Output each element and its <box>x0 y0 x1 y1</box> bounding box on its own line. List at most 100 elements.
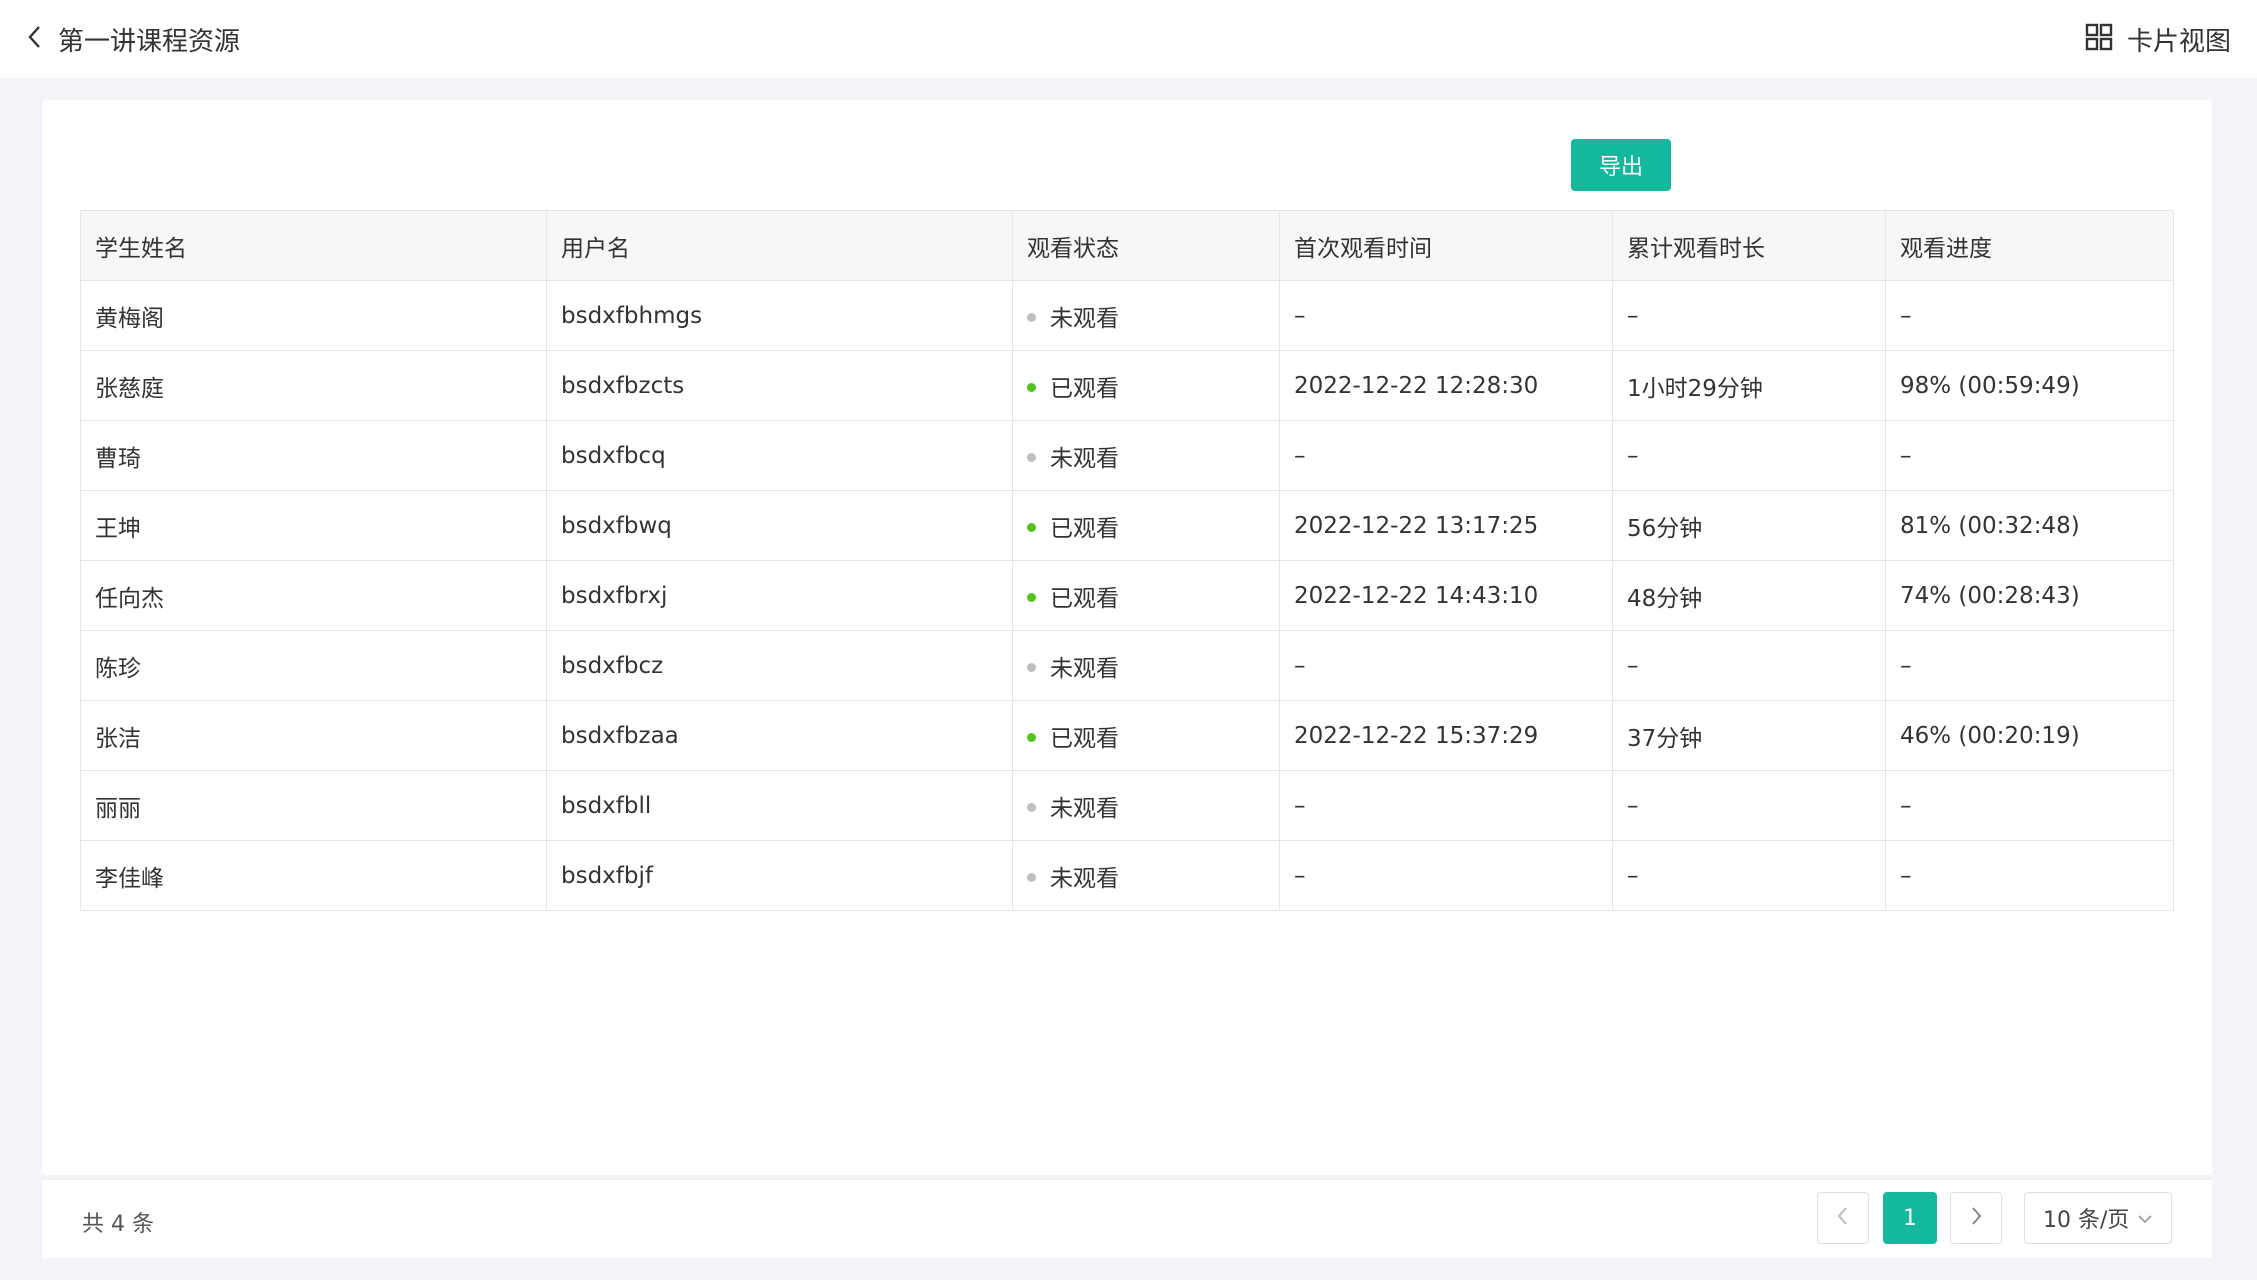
watch-duration-cell: 56分钟 <box>1612 490 1886 561</box>
watch-duration-cell: – <box>1612 770 1886 841</box>
progress-cell: – <box>1885 280 2174 351</box>
username-cell: bsdxfbrxj <box>546 560 1013 631</box>
username-cell: bsdxfbwq <box>546 490 1013 561</box>
page-size-select[interactable]: 10 条/页 <box>2024 1192 2172 1244</box>
back-button[interactable]: 第一讲课程资源 <box>24 21 240 58</box>
status-dot-watched <box>1027 592 1036 602</box>
progress-cell: – <box>1885 770 2174 841</box>
top-bar: 第一讲课程资源 卡片视图 <box>0 0 2257 78</box>
watch-duration-cell: 37分钟 <box>1612 700 1886 771</box>
progress-cell: – <box>1885 630 2174 701</box>
username-cell: bsdxfbcz <box>546 630 1013 701</box>
status-cell: 未观看 <box>1012 280 1280 351</box>
table-row: 张慈庭 bsdxfbzcts 已观看 2022-12-22 12:28:30 1小时29… <box>80 350 2174 421</box>
status-label: 未观看 <box>1050 305 1119 332</box>
student-name-cell: 丽丽 <box>80 770 547 841</box>
next-page-button[interactable] <box>1950 1192 2002 1244</box>
status-label: 未观看 <box>1050 865 1119 892</box>
status-dot-watched <box>1027 732 1036 742</box>
chevron-left-icon <box>24 24 46 54</box>
column-header: 累计观看时长 <box>1612 210 1886 281</box>
first-watch-time-cell: 2022-12-22 12:28:30 <box>1279 350 1613 421</box>
content-card: 导出 学生姓名 用户名 观看状态 首次观看时间 累计观看时长 观看进度 黄梅阁 b… <box>42 100 2212 1175</box>
table-row: 陈珍 bsdxfbcz 未观看 – – – <box>80 630 2174 701</box>
chevron-left-icon <box>1834 1205 1852 1231</box>
table-row: 丽丽 bsdxfbll 未观看 – – – <box>80 770 2174 841</box>
view-toggle-label: 卡片视图 <box>2126 26 2231 57</box>
status-label: 已观看 <box>1050 375 1119 402</box>
table-row: 任向杰 bsdxfbrxj 已观看 2022-12-22 14:43:10 48分钟 74… <box>80 560 2174 631</box>
column-header: 观看进度 <box>1885 210 2174 281</box>
column-header: 观看状态 <box>1012 210 1280 281</box>
student-name-cell: 张洁 <box>80 700 547 771</box>
pagination-bar: 共 4 条 1 10 条/页 <box>42 1178 2212 1258</box>
watch-duration-cell: 48分钟 <box>1612 560 1886 631</box>
status-cell: 未观看 <box>1012 840 1280 911</box>
username-cell: bsdxfbhmgs <box>546 280 1013 351</box>
status-label: 未观看 <box>1050 655 1119 682</box>
card-view-toggle[interactable]: 卡片视图 <box>2085 21 2231 58</box>
export-button[interactable]: 导出 <box>1571 139 1671 191</box>
username-cell: bsdxfbjf <box>546 840 1013 911</box>
table-row: 曹琦 bsdxfbcq 未观看 – – – <box>80 420 2174 491</box>
status-cell: 已观看 <box>1012 490 1280 561</box>
first-watch-time-cell: 2022-12-22 15:37:29 <box>1279 700 1613 771</box>
status-cell: 已观看 <box>1012 700 1280 771</box>
progress-cell: 74% (00:28:43) <box>1885 560 2174 631</box>
status-label: 已观看 <box>1050 585 1119 612</box>
status-label: 已观看 <box>1050 725 1119 752</box>
first-watch-time-cell: – <box>1279 630 1613 701</box>
status-cell: 未观看 <box>1012 770 1280 841</box>
watch-duration-cell: 1小时29分钟 <box>1612 350 1886 421</box>
table-row: 张洁 bsdxfbzaa 已观看 2022-12-22 15:37:29 37分钟 46%… <box>80 700 2174 771</box>
status-label: 未观看 <box>1050 445 1119 472</box>
page-number-current[interactable]: 1 <box>1883 1192 1937 1244</box>
student-name-cell: 张慈庭 <box>80 350 547 421</box>
watch-duration-cell: – <box>1612 280 1886 351</box>
total-count: 共 4 条 <box>82 1212 154 1237</box>
username-cell: bsdxfbzcts <box>546 350 1013 421</box>
page-title: 第一讲课程资源 <box>58 26 241 57</box>
status-label: 未观看 <box>1050 795 1119 822</box>
status-dot-watched <box>1027 522 1036 532</box>
status-dot-unwatched <box>1027 452 1036 462</box>
prev-page-button[interactable] <box>1817 1192 1869 1244</box>
first-watch-time-cell: – <box>1279 420 1613 491</box>
progress-cell: 98% (00:59:49) <box>1885 350 2174 421</box>
status-cell: 已观看 <box>1012 350 1280 421</box>
username-cell: bsdxfbcq <box>546 420 1013 491</box>
table-row: 王坤 bsdxfbwq 已观看 2022-12-22 13:17:25 56分钟 81% … <box>80 490 2174 561</box>
chevron-down-icon <box>2129 1206 2153 1231</box>
status-dot-unwatched <box>1027 802 1036 812</box>
status-dot-unwatched <box>1027 312 1036 322</box>
watch-duration-cell: – <box>1612 420 1886 491</box>
student-name-cell: 曹琦 <box>80 420 547 491</box>
first-watch-time-cell: 2022-12-22 14:43:10 <box>1279 560 1613 631</box>
student-name-cell: 李佳峰 <box>80 840 547 911</box>
first-watch-time-cell: – <box>1279 840 1613 911</box>
watch-duration-cell: – <box>1612 840 1886 911</box>
column-header: 用户名 <box>546 210 1013 281</box>
student-table: 学生姓名 用户名 观看状态 首次观看时间 累计观看时长 观看进度 黄梅阁 bsdx… <box>80 210 2174 911</box>
watch-duration-cell: – <box>1612 630 1886 701</box>
student-name-cell: 陈珍 <box>80 630 547 701</box>
progress-cell: – <box>1885 420 2174 491</box>
table-row: 李佳峰 bsdxfbjf 未观看 – – – <box>80 840 2174 911</box>
student-name-cell: 任向杰 <box>80 560 547 631</box>
student-name-cell: 黄梅阁 <box>80 280 547 351</box>
status-cell: 未观看 <box>1012 420 1280 491</box>
username-cell: bsdxfbzaa <box>546 700 1013 771</box>
status-cell: 未观看 <box>1012 630 1280 701</box>
status-label: 已观看 <box>1050 515 1119 542</box>
status-dot-unwatched <box>1027 872 1036 882</box>
status-cell: 已观看 <box>1012 560 1280 631</box>
table-row: 黄梅阁 bsdxfbhmgs 未观看 – – – <box>80 280 2174 351</box>
column-header: 首次观看时间 <box>1279 210 1613 281</box>
student-name-cell: 王坤 <box>80 490 547 561</box>
grid-icon <box>2085 23 2113 55</box>
progress-cell: 81% (00:32:48) <box>1885 490 2174 561</box>
first-watch-time-cell: 2022-12-22 13:17:25 <box>1279 490 1613 561</box>
column-header: 学生姓名 <box>80 210 547 281</box>
progress-cell: – <box>1885 840 2174 911</box>
table-header-row: 学生姓名 用户名 观看状态 首次观看时间 累计观看时长 观看进度 <box>80 210 2174 281</box>
